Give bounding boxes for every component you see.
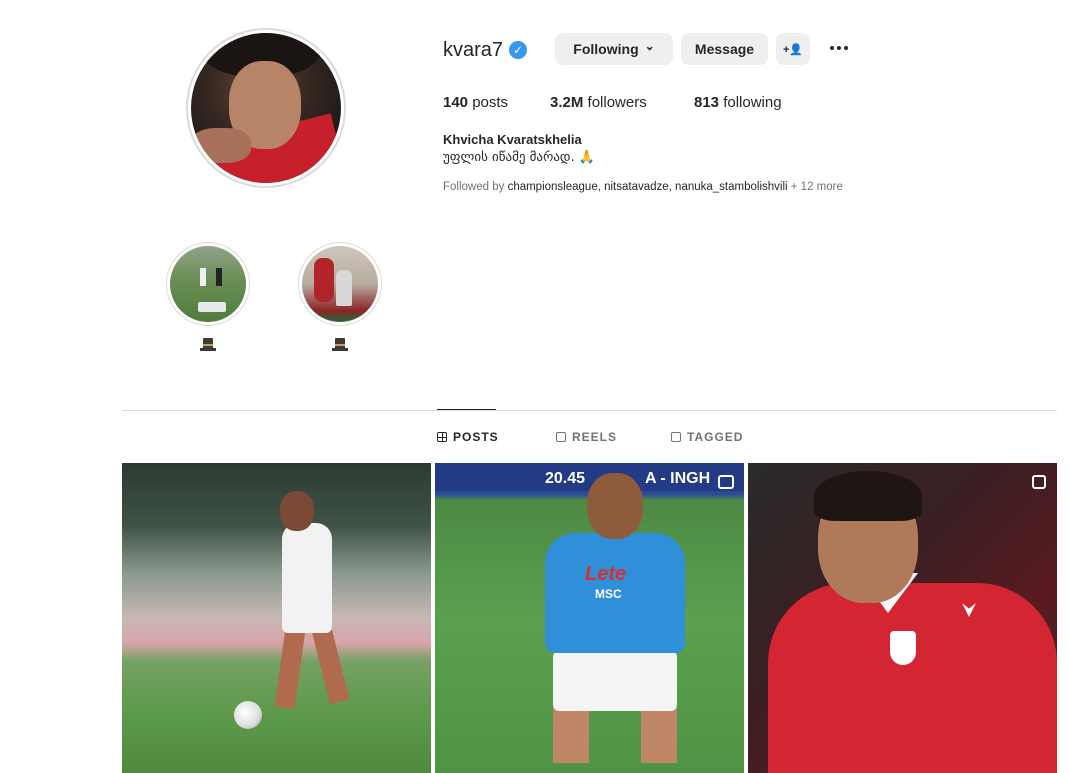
shirt-sponsor-2: MSC	[595, 587, 622, 601]
tab-posts[interactable]: POSTS	[437, 430, 499, 444]
following-count[interactable]: 813 following	[694, 94, 782, 111]
following-count-value: 813	[694, 94, 720, 111]
following-count-label: following	[723, 94, 782, 111]
post-thumbnail-3[interactable]	[748, 463, 1057, 773]
team-crest-icon	[890, 631, 916, 665]
tab-posts-label: POSTS	[453, 430, 499, 444]
highlight-cover	[166, 242, 250, 326]
followed-by-prefix: Followed by	[443, 181, 508, 193]
top-hat-icon	[332, 338, 348, 351]
followed-by-names: championsleague, nitsatavadze, nanuka_st…	[507, 181, 788, 193]
profile-username: kvara7	[443, 39, 504, 61]
verified-badge-icon: ✓	[509, 41, 527, 59]
posts-count-label: posts	[472, 94, 509, 111]
post-thumbnail-2[interactable]: 20.45 A - INGH Lete MSC	[435, 463, 744, 773]
message-button-label: Message	[694, 41, 755, 57]
followers-count[interactable]: 3.2M followers	[550, 94, 647, 111]
followed-by-text[interactable]: Followed by championsleague, nitsatavadz…	[443, 181, 843, 193]
highlight-label	[166, 338, 250, 353]
profile-avatar[interactable]	[186, 28, 346, 188]
top-hat-icon	[200, 338, 216, 351]
following-button[interactable]: Following ⌄	[555, 33, 673, 65]
suggest-user-button[interactable]: +👤	[776, 33, 810, 65]
tab-reels[interactable]: REELS	[556, 430, 617, 444]
football-image	[234, 701, 262, 729]
scoreboard-text: 20.45	[545, 470, 586, 487]
tagged-icon	[671, 432, 681, 442]
reels-icon	[556, 432, 566, 442]
story-highlight-1[interactable]	[166, 242, 250, 353]
story-highlight-2[interactable]	[298, 242, 382, 353]
followers-count-label: followers	[587, 94, 647, 111]
message-button[interactable]: Message	[681, 33, 768, 65]
active-tab-indicator	[437, 409, 496, 410]
avatar-image	[191, 33, 341, 183]
more-options-icon[interactable]	[826, 38, 852, 58]
grid-icon	[437, 432, 447, 442]
scoreboard-text-2: A - INGH	[645, 470, 711, 487]
profile-bio: უფლის იწამე მარად. 🙏	[443, 150, 596, 165]
posts-count: 140 posts	[443, 94, 508, 111]
posts-count-value: 140	[443, 94, 469, 111]
tab-reels-label: REELS	[572, 430, 618, 444]
reel-icon	[718, 475, 734, 489]
tab-tagged[interactable]: TAGGED	[671, 430, 743, 444]
followed-by-suffix: + 12 more	[787, 181, 843, 193]
tabs-divider	[122, 410, 1057, 411]
profile-full-name: Khvicha Kvaratskhelia	[443, 132, 582, 147]
followers-count-value: 3.2M	[550, 94, 584, 111]
following-button-label: Following	[573, 41, 639, 57]
highlight-cover	[298, 242, 382, 326]
post-thumbnail-1[interactable]	[122, 463, 431, 773]
add-user-icon: +👤	[782, 43, 804, 56]
shirt-sponsor: Lete	[585, 563, 627, 585]
tab-tagged-label: TAGGED	[687, 430, 744, 444]
highlight-label	[298, 338, 382, 353]
chevron-down-icon: ⌄	[644, 39, 655, 53]
carousel-icon	[1032, 475, 1046, 489]
